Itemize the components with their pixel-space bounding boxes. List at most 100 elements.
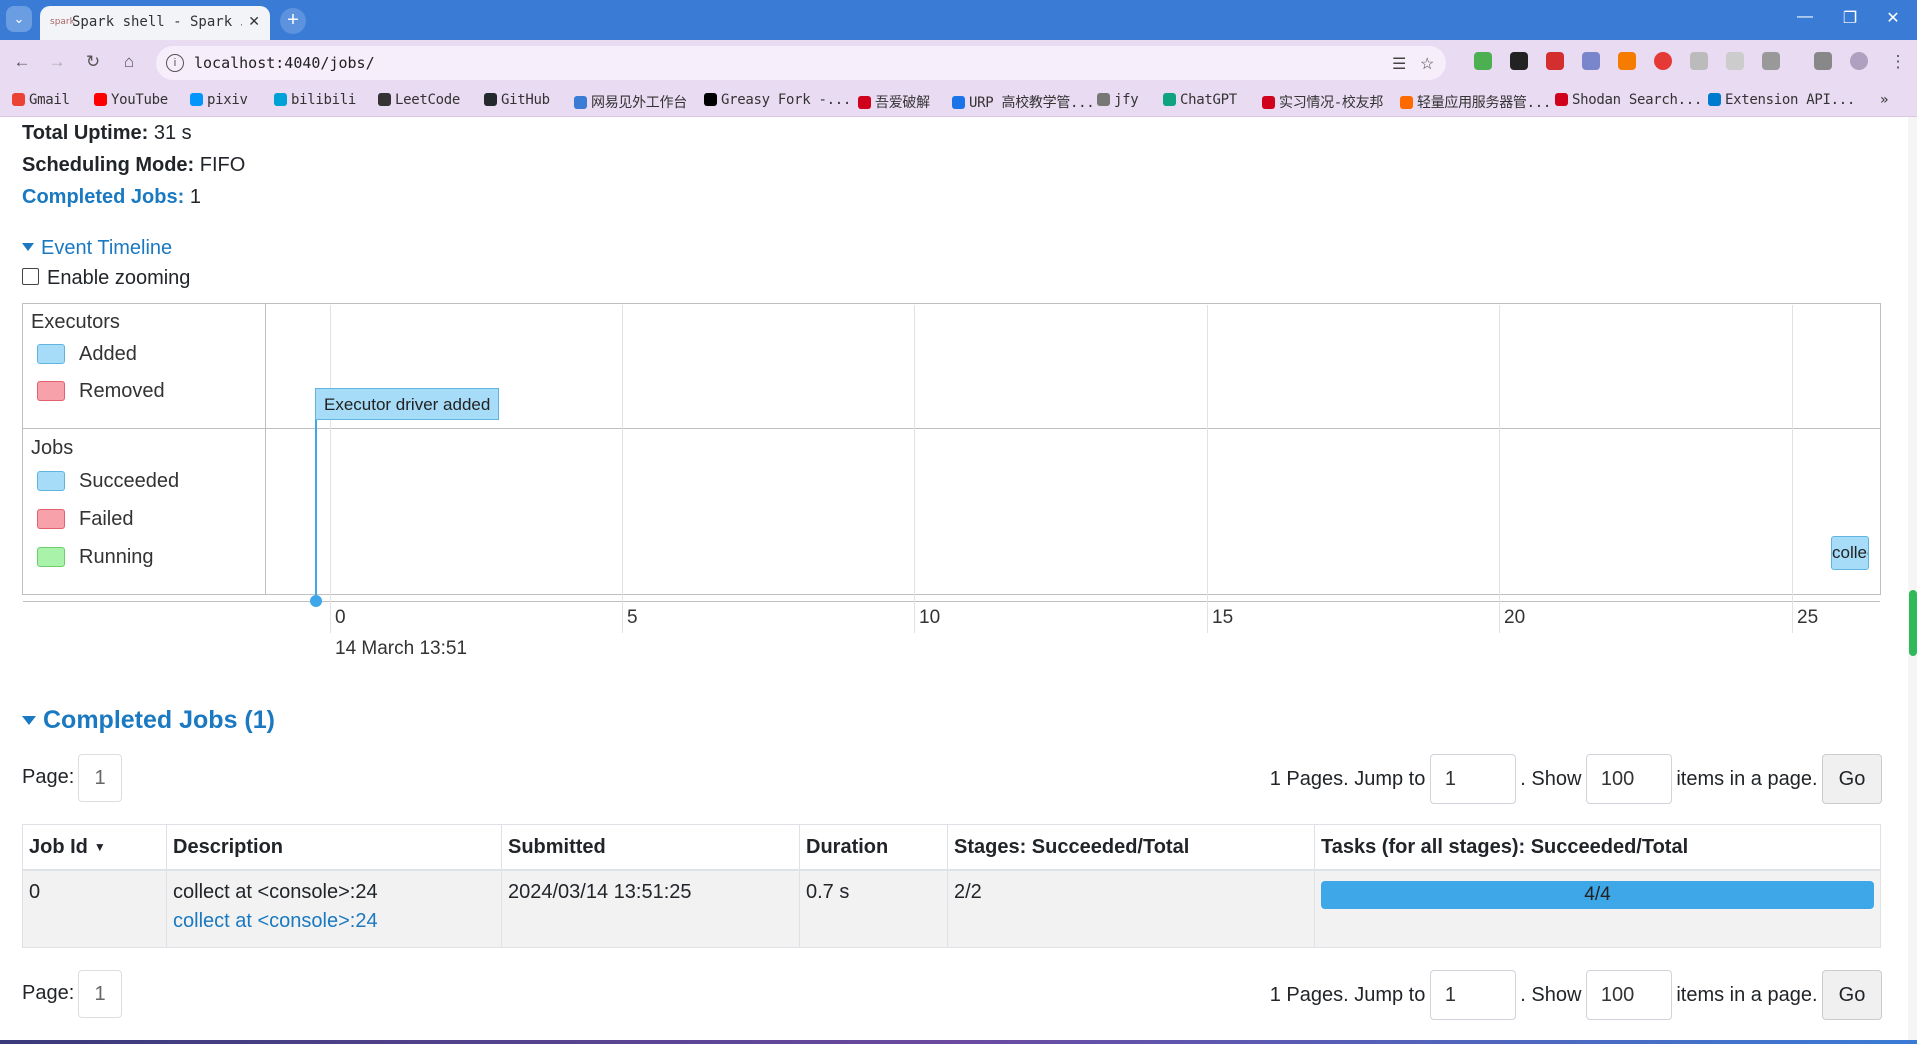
enable-zooming-row[interactable]: Enable zooming	[22, 267, 190, 290]
bookmark-star-icon[interactable]: ☆	[1420, 54, 1434, 74]
page-scrollbar[interactable]	[1908, 117, 1917, 1040]
bookmark-item[interactable]: URP 高校教学管...	[952, 92, 1095, 112]
scheduling-mode: Scheduling Mode: FIFO	[22, 154, 246, 176]
address-bar[interactable]: i localhost:4040/jobs/ ☰ ☆	[156, 46, 1446, 80]
pagination-top: Page: 1 1 Pages. Jump to 1 . Show 100 it…	[22, 754, 1882, 804]
timeline-tick-label: 25	[1797, 607, 1819, 628]
site-info-icon[interactable]: i	[166, 54, 184, 72]
page-number-link[interactable]: 1	[78, 970, 122, 1018]
legend-item: Added	[37, 343, 137, 366]
window-close-icon[interactable]: ✕	[1873, 8, 1913, 28]
extension-icon[interactable]	[1654, 52, 1672, 70]
sidebar-icon[interactable]	[1814, 52, 1832, 70]
tab-search-icon[interactable]: ⌄	[6, 6, 32, 32]
more-bookmarks-icon[interactable]: »	[1880, 92, 1888, 108]
completed-jobs-toggle[interactable]: Completed Jobs (1)	[22, 706, 275, 735]
column-header-duration[interactable]: Duration	[799, 824, 948, 871]
column-header-tasks[interactable]: Tasks (for all stages): Succeeded/Total	[1314, 824, 1881, 871]
browser-toolbar: ← → ↻ ⌂ i localhost:4040/jobs/ ☰ ☆ ⋮	[0, 40, 1917, 86]
tasks-cell: 4/4	[1314, 869, 1881, 948]
bookmark-favicon-icon	[12, 93, 25, 106]
executor-event-line	[315, 420, 317, 600]
enable-zooming-checkbox[interactable]	[22, 268, 39, 285]
bookmark-item[interactable]: YouTube	[94, 92, 168, 108]
column-header-description[interactable]: Description	[166, 824, 502, 871]
timeline-date-label: 14 March 13:51	[335, 638, 468, 659]
job-description-link[interactable]: collect at <console>:24	[173, 910, 495, 933]
table-header-row: Job Id ▼ Description Submitted Duration S…	[22, 824, 1881, 871]
legend-item: Removed	[37, 380, 165, 403]
tab-close-icon[interactable]: ✕	[248, 13, 260, 30]
go-button[interactable]: Go	[1822, 754, 1882, 804]
legend-swatch	[37, 344, 65, 364]
bookmark-item[interactable]: ChatGPT	[1163, 92, 1237, 108]
extension-icon[interactable]	[1618, 52, 1636, 70]
column-header-submitted[interactable]: Submitted	[501, 824, 800, 871]
event-timeline: Executors Added Removed Jobs Succeeded Fai…	[22, 303, 1881, 602]
restore-icon[interactable]: ❐	[1830, 8, 1870, 28]
bookmark-item[interactable]: 网易见外工作台	[574, 92, 687, 112]
page-size-input[interactable]: 100	[1585, 970, 1672, 1020]
job-event-box[interactable]: collect at <console>:24	[1831, 536, 1869, 570]
bookmark-favicon-icon	[1555, 93, 1568, 106]
extension-icon[interactable]	[1510, 52, 1528, 70]
bookmark-favicon-icon	[378, 93, 391, 106]
browser-menu-icon[interactable]: ⋮	[1886, 52, 1910, 72]
bookmark-item[interactable]: GitHub	[484, 92, 550, 108]
bookmark-item[interactable]: Gmail	[12, 92, 70, 108]
job-id-cell: 0	[22, 869, 167, 948]
completed-jobs-summary[interactable]: Completed Jobs: 1	[22, 186, 201, 209]
column-header-job-id[interactable]: Job Id ▼	[22, 824, 167, 871]
jobs-group-title: Jobs	[31, 437, 74, 459]
bookmark-favicon-icon	[1097, 93, 1110, 106]
url-text: localhost:4040/jobs/	[194, 54, 375, 72]
back-icon[interactable]: ←	[10, 52, 34, 72]
bookmark-item[interactable]: pixiv	[190, 92, 248, 108]
bookmark-item[interactable]: Extension API...	[1708, 92, 1855, 108]
extension-icon[interactable]	[1690, 52, 1708, 70]
extension-icon[interactable]	[1582, 52, 1600, 70]
bookmark-item[interactable]: 吾爱破解	[858, 92, 930, 112]
bookmark-item[interactable]: jfy	[1097, 92, 1139, 108]
bookmark-item[interactable]: bilibili	[274, 92, 356, 108]
timeline-gridline	[1207, 305, 1208, 633]
executor-driver-added-event[interactable]: Executor driver added	[315, 388, 500, 420]
bookmark-favicon-icon	[1262, 96, 1275, 109]
bookmark-favicon-icon	[574, 96, 587, 109]
extensions-puzzle-icon[interactable]	[1762, 52, 1780, 70]
active-tab[interactable]: spark Spark shell - Spark Jobs ✕	[40, 6, 270, 40]
minimize-icon[interactable]: —	[1785, 8, 1825, 26]
column-header-stages[interactable]: Stages: Succeeded/Total	[947, 824, 1315, 871]
new-tab-icon[interactable]: +	[280, 8, 306, 34]
scrollbar-thumb[interactable]	[1909, 590, 1917, 656]
extension-icon[interactable]	[1726, 52, 1744, 70]
timeline-tick-label: 10	[919, 607, 941, 628]
home-icon[interactable]: ⌂	[117, 52, 141, 72]
event-timeline-toggle[interactable]: Event Timeline	[22, 237, 172, 260]
bookmark-item[interactable]: Greasy Fork -...	[704, 92, 851, 108]
expand-caret-icon	[22, 716, 36, 725]
profile-avatar[interactable]	[1850, 52, 1868, 70]
bookmark-item[interactable]: 实习情况-校友邦	[1262, 92, 1383, 112]
forward-icon[interactable]: →	[45, 52, 69, 72]
bookmark-item[interactable]: LeetCode	[378, 92, 460, 108]
bookmark-item[interactable]: 轻量应用服务器管...	[1400, 92, 1551, 112]
go-button[interactable]: Go	[1822, 970, 1882, 1020]
pagination-bottom: Page: 1 1 Pages. Jump to 1 . Show 100 it…	[22, 970, 1882, 1020]
jump-to-page-input[interactable]: 1	[1429, 970, 1516, 1020]
bookmark-item[interactable]: Shodan Search...	[1555, 92, 1702, 108]
completed-jobs-link[interactable]: Completed Jobs:	[22, 186, 184, 208]
bottom-accent-strip	[0, 1040, 1917, 1044]
translate-icon[interactable]: ☰	[1392, 54, 1406, 74]
jump-to-page-input[interactable]: 1	[1429, 754, 1516, 804]
timeline-tick-label: 15	[1212, 607, 1234, 628]
job-description: collect at <console>:24	[173, 881, 378, 903]
extension-icon[interactable]	[1546, 52, 1564, 70]
reload-icon[interactable]: ↻	[81, 52, 105, 72]
browser-tab-bar: ⌄ spark Spark shell - Spark Jobs ✕ + — ❐…	[0, 0, 1917, 40]
page-number-link[interactable]: 1	[78, 754, 122, 802]
legend-swatch	[37, 547, 65, 567]
page-size-input[interactable]: 100	[1585, 754, 1672, 804]
extension-icon[interactable]	[1474, 52, 1492, 70]
bookmark-favicon-icon	[94, 93, 107, 106]
